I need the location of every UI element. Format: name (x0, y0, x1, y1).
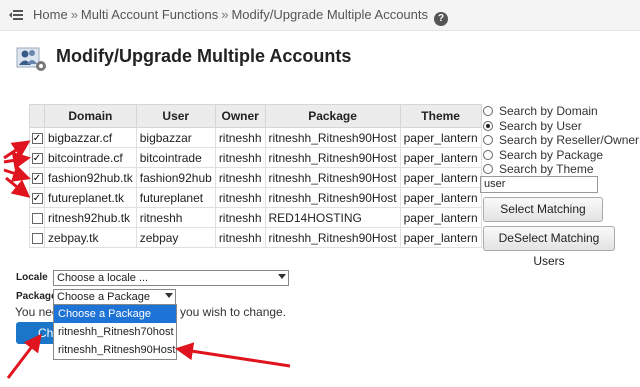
arrow-row-2 (3, 151, 31, 170)
arrow-row-4 (5, 176, 31, 198)
arrow-package-option (175, 342, 291, 368)
arrow-change-button (6, 333, 42, 379)
annotation-arrows (3, 140, 291, 379)
arrow-row-1 (3, 140, 31, 160)
arrow-row-3 (3, 164, 31, 182)
